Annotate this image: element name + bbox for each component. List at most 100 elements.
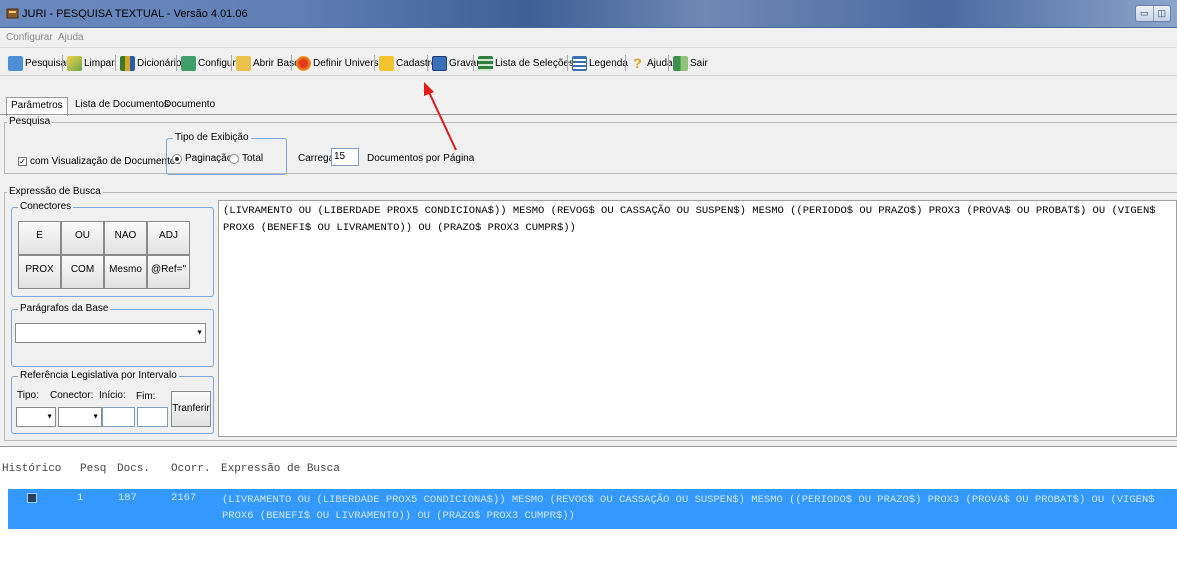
exit-icon: [673, 55, 688, 71]
list-icon: [478, 55, 493, 71]
e-button[interactable]: E: [18, 221, 61, 255]
prox-button[interactable]: PROX: [18, 255, 61, 289]
minimize-button[interactable]: ▭: [1136, 6, 1154, 21]
tipo-exibicao-label: Tipo de Exibição: [173, 132, 251, 143]
adj-button[interactable]: ADJ: [147, 221, 190, 255]
sair-button[interactable]: Sair: [673, 54, 708, 72]
dicionario-button[interactable]: Dicionário: [120, 54, 181, 72]
conector-select[interactable]: ▼: [58, 407, 102, 427]
toolbar-separator: [62, 55, 63, 71]
total-label: Total: [242, 153, 264, 164]
inicio-input[interactable]: [102, 407, 135, 427]
title-bar: JURI - PESQUISA TEXTUAL - Versão 4.01.06…: [0, 0, 1177, 28]
pesquisa-label: Pesquisa: [7, 116, 53, 127]
window-controls: ▭ ◫: [1135, 5, 1171, 22]
referencia-label: Referência Legislativa por Intervalo: [18, 370, 179, 381]
tab-divider: [0, 114, 1177, 115]
toolbar-separator: [115, 55, 116, 71]
lista-selecoes-button[interactable]: Lista de Seleções: [478, 54, 574, 72]
menu-configurar[interactable]: Configurar: [6, 32, 53, 43]
header-historico: Histórico: [2, 463, 62, 475]
header-expressao: Expressão de Busca: [221, 463, 340, 475]
tab-lista-documentos[interactable]: Lista de Documentos: [71, 97, 173, 115]
transferir-button[interactable]: Tranferir: [171, 391, 211, 427]
chevron-down-icon: ▼: [46, 413, 53, 421]
toolbar-separator: [427, 55, 428, 71]
toolbar-separator: [176, 55, 177, 71]
limpar-label: Limpar: [84, 57, 115, 69]
toolbar-separator: [473, 55, 474, 71]
search-icon: [8, 55, 23, 71]
header-pesq: Pesq: [80, 463, 107, 475]
ref-button[interactable]: @Ref=": [147, 255, 190, 289]
carregar-input[interactable]: 15: [331, 148, 359, 166]
header-ocorr: Ocorr.: [171, 463, 211, 475]
menu-bar: Configurar Ajuda: [0, 28, 1177, 48]
toolbar-separator: [291, 55, 292, 71]
row-docs: 187: [118, 492, 137, 504]
legend-icon: [572, 55, 587, 71]
limpar-button[interactable]: Limpar: [67, 54, 115, 72]
com-button[interactable]: COM: [61, 255, 104, 289]
definir-universo-button[interactable]: Definir Universo: [296, 54, 384, 72]
pesquisar-button[interactable]: Pesquisar: [8, 54, 69, 72]
folder-open-icon: [236, 55, 251, 71]
mesmo-button[interactable]: Mesmo: [104, 255, 147, 289]
paragrafos-label: Parágrafos da Base: [18, 303, 111, 314]
history-panel: Histórico Pesq Docs. Ocorr. Expressão de…: [0, 446, 1177, 561]
restore-button[interactable]: ◫: [1154, 6, 1171, 21]
lista-selecoes-label: Lista de Seleções: [495, 57, 574, 69]
documentos-por-pagina-label: Documentos por Página: [367, 153, 475, 164]
menu-ajuda[interactable]: Ajuda: [58, 32, 84, 43]
tab-documento-label: Documento: [164, 99, 216, 110]
annotation-arrow-icon: [424, 82, 457, 151]
toolbar-separator: [625, 55, 626, 71]
folder-icon: [379, 55, 394, 71]
conectores-label: Conectores: [18, 201, 74, 212]
broom-icon: [67, 55, 82, 71]
history-row[interactable]: 1 187 2167 (LIVRAMENTO OU (LIBERDADE PRO…: [8, 489, 1177, 529]
toolbar-separator: [668, 55, 669, 71]
app-icon: [6, 8, 19, 19]
paragrafos-select[interactable]: ▼: [15, 323, 206, 343]
header-docs: Docs.: [117, 463, 151, 475]
globe-icon: [296, 55, 311, 71]
history-header: Histórico Pesq Docs. Ocorr. Expressão de…: [0, 461, 1177, 479]
sair-label: Sair: [690, 57, 708, 69]
toolbar-separator: [567, 55, 568, 71]
conector-label: Conector:: [50, 390, 94, 401]
help-icon: ?: [633, 54, 642, 71]
ou-button[interactable]: OU: [61, 221, 104, 255]
floppy-icon: [432, 55, 447, 71]
gravar-label: Gravar: [449, 57, 480, 69]
paginacao-radio[interactable]: [172, 154, 182, 164]
chevron-down-icon: ▼: [92, 413, 99, 421]
network-icon: [181, 55, 196, 71]
visualizacao-label: com Visualização de Documentos: [30, 156, 181, 167]
tipo-label: Tipo:: [17, 390, 39, 401]
tab-lista-documentos-label: Lista de Documentos: [75, 99, 169, 110]
row-pesq: 1: [77, 492, 84, 504]
tab-strip: Parâmetros Lista de Documentos Documento: [0, 97, 1177, 116]
abrir-base-label: Abrir Base: [253, 57, 300, 69]
dicionario-label: Dicionário: [137, 57, 182, 69]
toolbar: Pesquisar Limpar Dicionário Configurar A…: [0, 48, 1177, 76]
tab-documento[interactable]: Documento: [160, 97, 219, 115]
tipo-select[interactable]: ▼: [16, 407, 56, 427]
total-radio[interactable]: [229, 154, 239, 164]
floppy-icon: [27, 493, 37, 503]
nao-button[interactable]: NAO: [104, 221, 147, 255]
window-title: JURI - PESQUISA TEXTUAL - Versão 4.01.06: [22, 8, 248, 20]
legenda-label: Legenda: [589, 57, 628, 69]
query-textarea[interactable]: (LIVRAMENTO OU (LIBERDADE PROX5 CONDICIO…: [218, 200, 1177, 437]
visualizacao-checkbox[interactable]: ✓: [18, 157, 27, 166]
row-ocorr: 2167: [171, 492, 197, 504]
toolbar-separator: [231, 55, 232, 71]
legenda-button[interactable]: Legenda: [572, 54, 628, 72]
cadastro-label: Cadastro: [396, 57, 437, 69]
ajuda-button[interactable]: ? Ajuda: [630, 54, 672, 72]
tab-parametros-label: Parâmetros: [11, 100, 63, 111]
fim-label: Fim:: [136, 391, 156, 402]
fim-input[interactable]: [137, 407, 168, 427]
paginacao-label: Paginação: [185, 153, 233, 164]
